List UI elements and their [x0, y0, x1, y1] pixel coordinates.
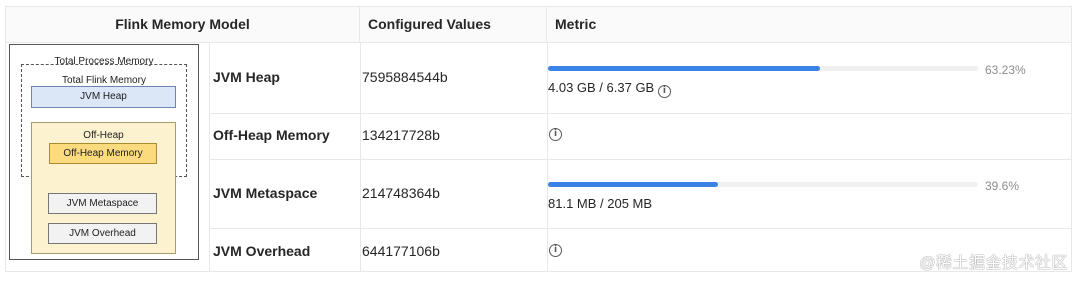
diagram-total-flink-label: Total Flink Memory: [62, 75, 146, 86]
jvm-metaspace-progress-bar: [548, 182, 978, 187]
table-row: [210, 160, 1071, 229]
configured-value-jvm-overhead: 644177106b: [362, 243, 440, 259]
watermark: @稀土掘金技术社区: [919, 255, 1068, 272]
jvm-metaspace-percent: 39.6%: [985, 179, 1020, 193]
configured-value-jvm-heap: 7595884544b: [362, 69, 448, 85]
diagram-jvm-overhead-box: JVM Overhead: [48, 223, 157, 244]
jvm-metaspace-progress-fill: [548, 182, 719, 187]
diagram-jvm-metaspace-box: JVM Metaspace: [48, 193, 157, 214]
memory-model-diagram: Total Process Memory Total Flink Memory …: [9, 44, 199, 260]
jvm-metaspace-usage: 81.1 MB / 205 MB: [548, 196, 653, 211]
diagram-off-heap-memory-box: Off-Heap Memory: [49, 143, 157, 164]
table-row: [210, 43, 1071, 114]
row-name-off-heap-memory: Off-Heap Memory: [213, 127, 330, 143]
row-name-jvm-overhead: JVM Overhead: [213, 243, 311, 259]
row-name-jvm-heap: JVM Heap: [213, 69, 280, 85]
jvm-heap-usage: 4.03 GB / 6.37 GB i: [548, 80, 671, 98]
info-icon[interactable]: i: [549, 244, 562, 257]
header-configured-values: Configured Values: [360, 7, 547, 43]
table-row: [210, 114, 1071, 160]
jvm-heap-usage-text: 4.03 GB / 6.37 GB: [548, 80, 655, 95]
info-icon[interactable]: i: [549, 128, 562, 141]
jvm-heap-progress-fill: [548, 66, 820, 71]
diagram-jvm-heap-box: JVM Heap: [31, 86, 176, 108]
info-icon[interactable]: i: [657, 85, 671, 98]
header-flink-memory-model: Flink Memory Model: [6, 7, 360, 43]
configured-value-off-heap-memory: 134217728b: [362, 127, 440, 143]
configured-value-jvm-metaspace: 214748364b: [362, 185, 440, 201]
diagram-off-heap-label: Off-Heap: [83, 130, 124, 141]
jvm-heap-percent: 63.23%: [985, 63, 1026, 77]
jvm-heap-progress-bar: [548, 66, 978, 71]
row-name-jvm-metaspace: JVM Metaspace: [213, 185, 318, 201]
header-metric: Metric: [547, 7, 1071, 43]
